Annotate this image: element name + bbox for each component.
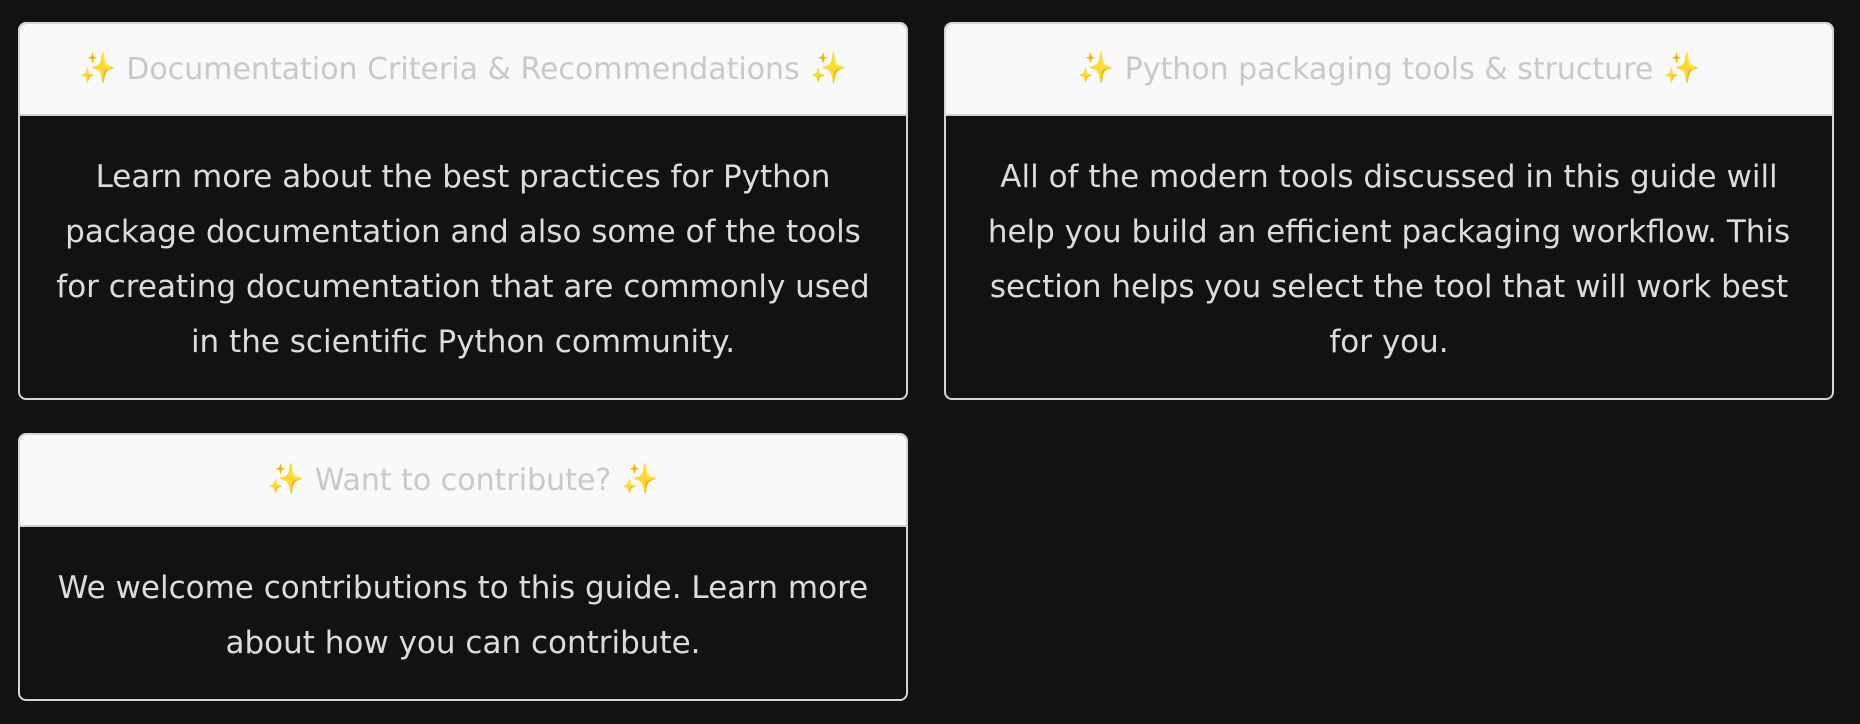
card-packaging-tools[interactable]: ✨ Python packaging tools & structure ✨ A… bbox=[944, 22, 1834, 400]
card-header[interactable]: ✨ Want to contribute? ✨ bbox=[20, 435, 906, 527]
card-description: All of the modern tools discussed in thi… bbox=[987, 159, 1791, 360]
card-documentation[interactable]: ✨ Documentation Criteria & Recommendatio… bbox=[18, 22, 908, 400]
sparkles-icon: ✨ bbox=[809, 51, 848, 86]
card-contribute[interactable]: ✨ Want to contribute? ✨ We welcome contr… bbox=[18, 433, 908, 701]
card-header[interactable]: ✨ Python packaging tools & structure ✨ bbox=[946, 24, 1832, 116]
card-header[interactable]: ✨ Documentation Criteria & Recommendatio… bbox=[20, 24, 906, 116]
card-title[interactable]: Want to contribute? bbox=[315, 463, 612, 498]
card-title[interactable]: Python packaging tools & structure bbox=[1125, 52, 1654, 87]
card-description: We welcome contributions to this guide. … bbox=[57, 570, 869, 661]
card-title[interactable]: Documentation Criteria & Recommendations bbox=[126, 52, 799, 87]
sparkles-icon: ✨ bbox=[1077, 51, 1115, 86]
sparkles-icon: ✨ bbox=[78, 51, 117, 86]
sparkles-icon: ✨ bbox=[267, 462, 305, 497]
sparkles-icon: ✨ bbox=[621, 462, 659, 497]
card-description: Learn more about the best practices for … bbox=[56, 159, 870, 360]
card-grid: ✨ Documentation Criteria & Recommendatio… bbox=[0, 0, 1860, 724]
sparkles-icon: ✨ bbox=[1663, 51, 1701, 86]
